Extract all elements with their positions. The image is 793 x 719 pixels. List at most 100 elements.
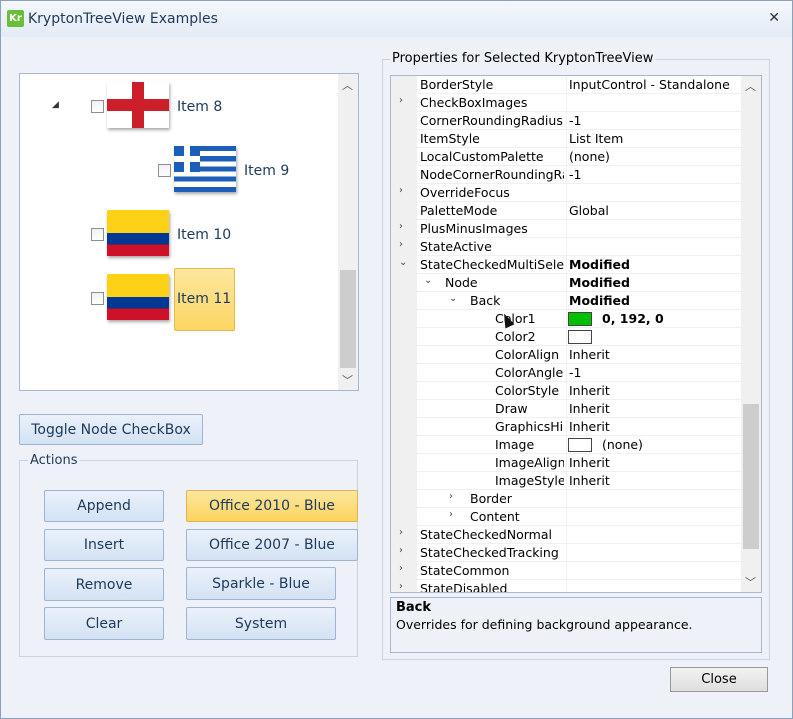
property-value[interactable]: -1	[569, 113, 581, 128]
collapse-icon[interactable]: ⌄	[399, 257, 407, 268]
property-name[interactable]: Border	[470, 491, 564, 506]
expand-icon[interactable]: ›	[449, 491, 453, 502]
property-name[interactable]: PlusMinusImages	[420, 221, 564, 236]
property-name[interactable]: ImageStyle	[495, 473, 564, 488]
property-value[interactable]: Inherit	[569, 347, 610, 362]
collapse-icon[interactable]: ◢	[52, 100, 59, 110]
scroll-thumb[interactable]	[340, 270, 356, 368]
property-name[interactable]: StateDisabled	[420, 581, 564, 592]
property-row[interactable]: › Content	[391, 508, 743, 526]
property-row[interactable]: CornerRoundingRadius -1	[391, 112, 743, 130]
property-name[interactable]: LocalCustomPalette	[420, 149, 564, 164]
property-row[interactable]: › CheckBoxImages	[391, 94, 743, 112]
property-value[interactable]: Inherit	[569, 419, 610, 434]
scroll-thumb[interactable]	[743, 404, 759, 549]
property-name[interactable]: CheckBoxImages	[420, 95, 564, 110]
tree-item-label[interactable]: Item 9	[244, 163, 289, 179]
property-name[interactable]: Image	[495, 437, 564, 452]
property-name[interactable]: Node	[445, 275, 564, 290]
property-value[interactable]: Inherit	[569, 473, 610, 488]
property-name[interactable]: ImageAlign	[495, 455, 564, 470]
property-value[interactable]: -1	[569, 167, 581, 182]
property-grid[interactable]: BorderStyle InputControl - Standalone › Che…	[390, 75, 762, 593]
property-name[interactable]: Draw	[495, 401, 564, 416]
insert-button[interactable]: Insert	[44, 529, 164, 561]
property-row[interactable]: LocalCustomPalette (none)	[391, 148, 743, 166]
property-row[interactable]: ⌄ Back Modified	[391, 292, 743, 310]
expand-icon[interactable]: ›	[399, 563, 403, 574]
property-row[interactable]: › StateCommon	[391, 562, 743, 580]
property-name[interactable]: CornerRoundingRadius	[420, 113, 564, 128]
scroll-up-icon[interactable]: ︿	[342, 77, 353, 93]
sparkle-blue-button[interactable]: Sparkle - Blue	[186, 567, 336, 600]
grid-scrollbar[interactable]: ︿ ﹀	[741, 76, 761, 592]
property-row[interactable]: Draw Inherit	[391, 400, 743, 418]
tree-item-label[interactable]: Item 10	[177, 227, 231, 243]
property-name[interactable]: BorderStyle	[420, 77, 564, 92]
property-value[interactable]: InputControl - Standalone	[569, 77, 730, 92]
property-row[interactable]: ItemStyle List Item	[391, 130, 743, 148]
scroll-up-icon[interactable]: ︿	[745, 78, 756, 94]
remove-button[interactable]: Remove	[44, 568, 164, 601]
node-checkbox[interactable]	[91, 100, 104, 113]
expand-icon[interactable]: ›	[399, 581, 403, 592]
property-row[interactable]: › OverrideFocus	[391, 184, 743, 202]
property-value[interactable]: Inherit	[569, 455, 610, 470]
property-row[interactable]: › Border	[391, 490, 743, 508]
property-value[interactable]: List Item	[569, 131, 623, 146]
collapse-icon[interactable]: ⌄	[424, 275, 432, 286]
property-row[interactable]: Image (none)	[391, 436, 743, 454]
property-row[interactable]: › StateCheckedTracking	[391, 544, 743, 562]
property-name[interactable]: NodeCornerRoundingRa	[420, 167, 564, 182]
property-name[interactable]: ColorStyle	[495, 383, 564, 398]
property-row[interactable]: › StateDisabled	[391, 580, 743, 592]
expand-icon[interactable]: ›	[399, 221, 403, 232]
property-name[interactable]: StateActive	[420, 239, 564, 254]
property-value[interactable]: Modified	[569, 275, 630, 290]
expand-icon[interactable]: ›	[399, 545, 403, 556]
property-value[interactable]: -1	[569, 365, 581, 380]
expand-icon[interactable]: ›	[399, 185, 403, 196]
property-value[interactable]: 0, 192, 0	[602, 311, 664, 326]
property-row[interactable]: Color1 0, 192, 0	[391, 310, 743, 328]
expand-icon[interactable]: ›	[399, 95, 403, 106]
tree-item-label[interactable]: Item 8	[177, 99, 222, 115]
property-name[interactable]: StateCheckedTracking	[420, 545, 564, 560]
system-button[interactable]: System	[186, 607, 336, 640]
property-value[interactable]: Inherit	[569, 401, 610, 416]
close-icon[interactable]: ✕	[768, 10, 780, 26]
property-row[interactable]: ⌄ Node Modified	[391, 274, 743, 292]
property-row[interactable]: BorderStyle InputControl - Standalone	[391, 76, 743, 94]
property-value[interactable]: Global	[569, 203, 609, 218]
property-row[interactable]: ImageStyle Inherit	[391, 472, 743, 490]
property-name[interactable]: PaletteMode	[420, 203, 564, 218]
property-row[interactable]: GraphicsHi Inherit	[391, 418, 743, 436]
property-row[interactable]: Color2	[391, 328, 743, 346]
tree-view[interactable]: ◢ Item 8 Item 9 Item 10 Item 11 ︿ ﹀	[19, 73, 359, 391]
property-name[interactable]: ItemStyle	[420, 131, 564, 146]
scroll-down-icon[interactable]: ﹀	[745, 574, 756, 590]
node-checkbox[interactable]	[91, 292, 104, 305]
property-row[interactable]: › StateCheckedNormal	[391, 526, 743, 544]
property-value[interactable]: Inherit	[569, 383, 610, 398]
property-name[interactable]: Content	[470, 509, 564, 524]
expand-icon[interactable]: ›	[449, 509, 453, 520]
collapse-icon[interactable]: ⌄	[449, 293, 457, 304]
toggle-checkbox-button[interactable]: Toggle Node CheckBox	[19, 414, 203, 445]
property-row[interactable]: PaletteMode Global	[391, 202, 743, 220]
expand-icon[interactable]: ›	[399, 239, 403, 250]
property-row[interactable]: ColorAlign Inherit	[391, 346, 743, 364]
property-value[interactable]: Modified	[569, 293, 630, 308]
close-button[interactable]: Close	[670, 667, 768, 692]
office2010-blue-button[interactable]: Office 2010 - Blue	[186, 490, 358, 522]
property-name[interactable]: StateCheckedMultiSelec	[420, 257, 564, 272]
property-row[interactable]: NodeCornerRoundingRa -1	[391, 166, 743, 184]
property-name[interactable]: GraphicsHi	[495, 419, 564, 434]
tree-item-label[interactable]: Item 11	[177, 291, 231, 307]
property-value[interactable]: (none)	[602, 437, 643, 452]
node-checkbox[interactable]	[91, 228, 104, 241]
property-name[interactable]: Color2	[495, 329, 564, 344]
property-row[interactable]: › StateActive	[391, 238, 743, 256]
clear-button[interactable]: Clear	[44, 607, 164, 640]
property-name[interactable]: ColorAngle	[495, 365, 564, 380]
